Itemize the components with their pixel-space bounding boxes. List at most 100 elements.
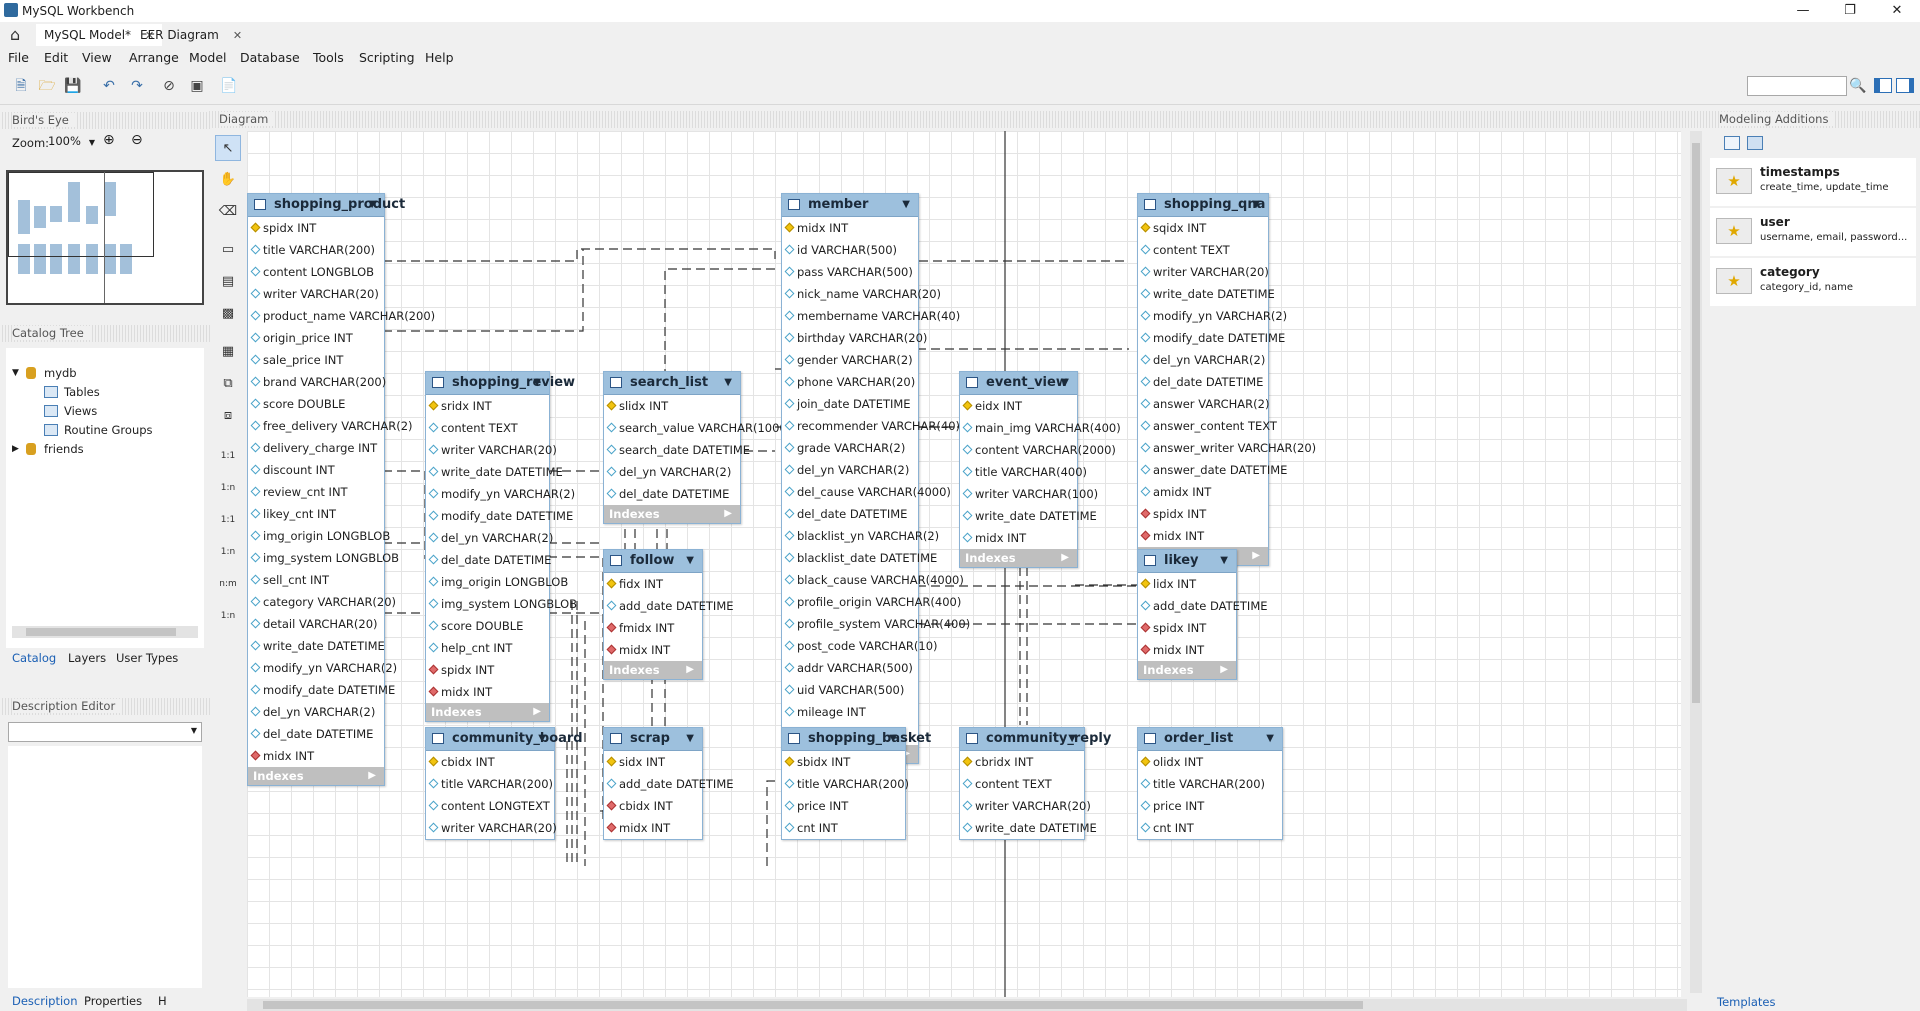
table-column[interactable]: slidx INT	[604, 395, 740, 417]
table-tool-icon[interactable]: ▦	[215, 339, 241, 365]
table-column[interactable]: midx INT	[782, 217, 918, 239]
tree-item-mydb[interactable]: mydb	[44, 366, 77, 380]
zoom-in-icon[interactable]: ⊕	[103, 132, 115, 148]
table-follow[interactable]: follow ▼ fidx INT add_date DATETIME fmidx IN…	[603, 549, 734, 680]
search-input[interactable]	[1747, 76, 1847, 96]
birds-eye-view[interactable]	[6, 170, 204, 305]
table-column[interactable]: modify_date DATETIME	[1138, 327, 1285, 349]
table-column[interactable]: del_yn VARCHAR(2)	[426, 527, 553, 549]
menu-scripting[interactable]: Scripting	[359, 50, 415, 65]
collapse-arrow-icon[interactable]: ▼	[902, 194, 910, 216]
table-column[interactable]: add_date DATETIME	[604, 773, 734, 795]
viewport-rectangle[interactable]	[8, 172, 154, 257]
diagram-vertical-scrollbar[interactable]	[1690, 131, 1702, 993]
hand-tool-icon[interactable]: ✋	[215, 167, 241, 193]
expand-arrow-icon[interactable]: ▶	[686, 661, 694, 679]
table-column[interactable]: writer VARCHAR(20)	[426, 817, 557, 839]
table-column[interactable]: search_value VARCHAR(1000)	[604, 417, 791, 439]
tree-expander-icon[interactable]: ▼	[12, 368, 19, 378]
tab-eer-diagram[interactable]: EER Diagram ✕	[132, 24, 250, 46]
table-column[interactable]: cbidx INT	[426, 751, 554, 773]
table-column[interactable]: midx INT	[1138, 639, 1236, 661]
table-column[interactable]: content TEXT	[426, 417, 549, 439]
table-column[interactable]: del_yn VARCHAR(2)	[248, 701, 384, 723]
tab-templates[interactable]: Templates	[1717, 995, 1775, 1009]
table-column[interactable]: amidx INT	[1138, 481, 1268, 503]
tab-properties[interactable]: Properties	[84, 994, 142, 1008]
table-column[interactable]: writer VARCHAR(20)	[426, 439, 557, 461]
undo-icon[interactable]: ↶	[100, 78, 118, 94]
table-column[interactable]: del_date DATETIME	[782, 503, 918, 525]
table-header[interactable]: member ▼	[782, 194, 918, 217]
table-column[interactable]: modify_yn VARCHAR(2)	[1138, 305, 1287, 327]
table-column[interactable]: lidx INT	[1138, 573, 1236, 595]
table-column[interactable]: title VARCHAR(200)	[426, 773, 554, 795]
table-column[interactable]: brand VARCHAR(200)	[248, 371, 386, 393]
table-column[interactable]: cbridx INT	[960, 751, 1084, 773]
collapse-arrow-icon[interactable]: ▼	[1220, 550, 1228, 572]
menu-file[interactable]: File	[8, 50, 29, 65]
collapse-arrow-icon[interactable]: ▼	[889, 728, 897, 750]
table-search-list[interactable]: search_list ▼ slidx INT search_value VARCHA…	[603, 371, 791, 524]
table-column[interactable]: detail VARCHAR(20)	[248, 613, 384, 635]
table-column[interactable]: profile_origin VARCHAR(400)	[782, 591, 961, 613]
table-column[interactable]: spidx INT	[426, 659, 549, 681]
indexes-section[interactable]: Indexes ▶	[426, 703, 549, 721]
template-user[interactable]: ★ user username, email, password...	[1710, 208, 1916, 256]
table-header[interactable]: community_board ▼	[426, 728, 583, 751]
indexes-section[interactable]: Indexes ▶	[248, 767, 384, 785]
collapse-arrow-icon[interactable]: ▼	[686, 550, 694, 572]
relationship-1-1-identifying-icon[interactable]: 1:1	[215, 507, 241, 533]
menu-tools[interactable]: Tools	[313, 50, 344, 65]
catalog-horizontal-scrollbar[interactable]	[12, 626, 198, 638]
indexes-section[interactable]: Indexes ▶	[1138, 661, 1236, 679]
table-column[interactable]: score DOUBLE	[426, 615, 549, 637]
table-column[interactable]: spidx INT	[248, 217, 384, 239]
diagram-canvas[interactable]: shopping_product ▼ spidx INT title VARCHAR(…	[247, 131, 1681, 997]
template-table-icon[interactable]	[1747, 136, 1763, 150]
table-header[interactable]: likey ▼	[1138, 550, 1236, 573]
table-column[interactable]: product_name VARCHAR(200)	[248, 305, 435, 327]
toggle-sidebar-icon[interactable]	[1874, 78, 1892, 93]
table-column[interactable]: writer VARCHAR(20)	[960, 795, 1091, 817]
menu-edit[interactable]: Edit	[44, 50, 68, 65]
tab-catalog[interactable]: Catalog	[12, 651, 56, 665]
table-column[interactable]: membername VARCHAR(40)	[782, 305, 960, 327]
table-column[interactable]: img_system LONGBLOB	[426, 593, 577, 615]
table-column[interactable]: midx INT	[426, 681, 549, 703]
collapse-arrow-icon[interactable]: ▼	[1252, 194, 1260, 216]
toggle-secondary-sidebar-icon[interactable]	[1896, 78, 1914, 93]
note-tool-icon[interactable]: ▤	[215, 269, 241, 295]
table-column[interactable]: sell_cnt INT	[248, 569, 384, 591]
table-header[interactable]: event_view ▼	[960, 372, 1077, 395]
relationship-n-m-icon[interactable]: n:m	[215, 571, 241, 597]
table-column[interactable]: content TEXT	[960, 773, 1084, 795]
table-header[interactable]: scrap ▼	[604, 728, 702, 751]
table-column[interactable]: del_cause VARCHAR(4000)	[782, 481, 951, 503]
relationship-1-n-icon[interactable]: 1:n	[215, 475, 241, 501]
redo-icon[interactable]: ↷	[128, 78, 146, 94]
table-shopping-review[interactable]: shopping_review ▼ sridx INT content TEXT wri…	[425, 371, 577, 722]
table-column[interactable]: sqidx INT	[1138, 217, 1268, 239]
eraser-tool-icon[interactable]: ⌫	[215, 199, 241, 225]
expand-arrow-icon[interactable]: ▶	[1220, 661, 1228, 679]
table-column[interactable]: uid VARCHAR(500)	[782, 679, 918, 701]
tree-item-friends[interactable]: friends	[44, 442, 84, 456]
table-column[interactable]: content TEXT	[1138, 239, 1268, 261]
table-column[interactable]: delivery_charge INT	[248, 437, 384, 459]
table-column[interactable]: writer VARCHAR(100)	[960, 483, 1098, 505]
table-column[interactable]: origin_price INT	[248, 327, 384, 349]
table-column[interactable]: likey_cnt INT	[248, 503, 384, 525]
table-column[interactable]: nick_name VARCHAR(20)	[782, 283, 941, 305]
table-column[interactable]: blacklist_yn VARCHAR(2)	[782, 525, 939, 547]
table-column[interactable]: answer_date DATETIME	[1138, 459, 1287, 481]
table-column[interactable]: sidx INT	[604, 751, 702, 773]
table-column[interactable]: olidx INT	[1138, 751, 1282, 773]
table-column[interactable]: mileage INT	[782, 701, 918, 723]
tab-history[interactable]: H	[158, 994, 167, 1008]
description-editor-area[interactable]	[8, 746, 202, 988]
tree-item-tables[interactable]: Tables	[64, 385, 100, 399]
zoom-select[interactable]: 100% ▼	[48, 134, 95, 150]
table-column[interactable]: del_date DATETIME	[604, 483, 740, 505]
tab-layers[interactable]: Layers	[68, 651, 106, 665]
